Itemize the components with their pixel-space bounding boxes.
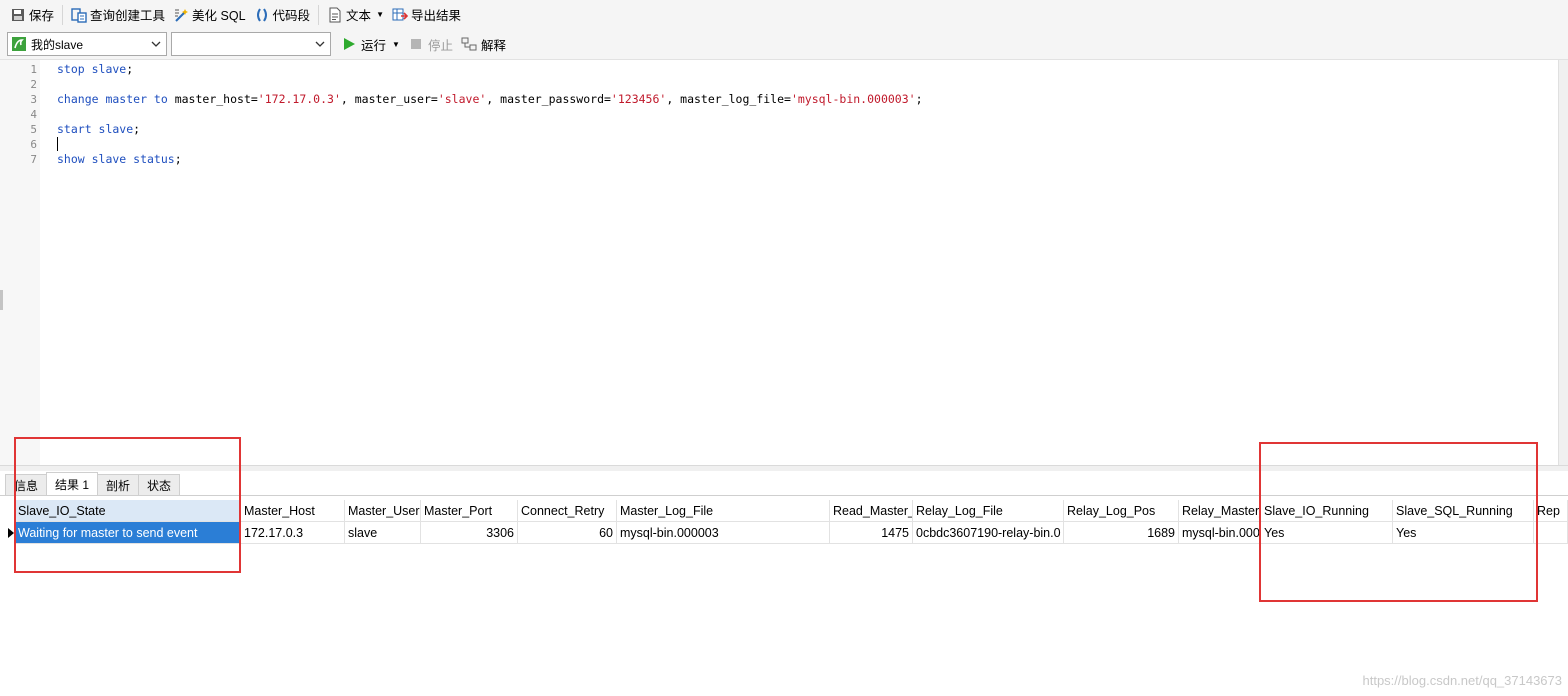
- code-snippet-button[interactable]: 代码段: [250, 3, 315, 27]
- sql-text: ;: [126, 62, 134, 76]
- column-header[interactable]: Read_Master_: [830, 500, 913, 522]
- sql-string: '172.17.0.3': [257, 92, 341, 106]
- connection-select[interactable]: 我的slave: [7, 32, 167, 56]
- column-header[interactable]: Master_User: [345, 500, 421, 522]
- sql-keyword: show slave status: [57, 152, 175, 166]
- dropdown-arrow-icon: ▼: [392, 39, 400, 49]
- parentheses-icon: [254, 7, 270, 23]
- sql-text: , master_user=: [340, 92, 438, 106]
- line-number: 6: [30, 138, 37, 151]
- save-label: 保存: [29, 9, 55, 23]
- column-header[interactable]: Relay_Log_File: [913, 500, 1064, 522]
- code-line-1: stop slave;: [57, 62, 133, 76]
- sql-text: ;: [174, 152, 182, 166]
- text-mode-button[interactable]: 文本 ▼: [323, 3, 388, 27]
- annotation-box-running: [1259, 442, 1538, 602]
- beautify-sql-button[interactable]: 美化 SQL: [169, 3, 250, 27]
- annotation-box-io-state: [14, 437, 241, 573]
- floppy-disk-icon: [10, 7, 26, 23]
- save-button[interactable]: 保存: [6, 3, 58, 27]
- line-number: 2: [30, 78, 37, 91]
- explain-icon: [461, 36, 477, 52]
- table-cell[interactable]: 1689: [1064, 522, 1179, 544]
- line-number: 5: [30, 123, 37, 136]
- connection-toolbar: 我的slave 运行 ▼ 停止 解释: [0, 29, 1568, 60]
- table-cell[interactable]: 3306: [421, 522, 518, 544]
- line-number-gutter: 1 2 3 4 5 6 7: [0, 60, 40, 465]
- chevron-down-icon: [314, 37, 326, 51]
- main-toolbar: 保存 查询创建工具 美化 SQL 代码段 文本 ▼ 导出结果: [0, 0, 1568, 29]
- table-cell[interactable]: 60: [518, 522, 617, 544]
- stop-icon: [408, 36, 424, 52]
- sql-text: ;: [915, 92, 923, 106]
- column-header[interactable]: Relay_Master_: [1179, 500, 1261, 522]
- sql-text: master_host=: [167, 92, 258, 106]
- text-mode-label: 文本: [346, 9, 372, 23]
- document-icon: [327, 7, 343, 23]
- sql-string: 'mysql-bin.000003': [790, 92, 916, 106]
- code-line-5: start slave;: [57, 122, 140, 136]
- query-builder-icon: [71, 7, 87, 23]
- play-icon: [341, 36, 357, 52]
- table-cell[interactable]: 1475: [830, 522, 913, 544]
- run-label: 运行: [361, 38, 387, 53]
- column-header[interactable]: Master_Port: [421, 500, 518, 522]
- magic-wand-icon: [173, 7, 189, 23]
- sql-keyword: stop slave: [57, 62, 127, 76]
- stop-button[interactable]: 停止: [408, 35, 453, 54]
- run-button[interactable]: 运行 ▼: [341, 35, 400, 54]
- sql-text: ;: [133, 122, 141, 136]
- line-number: 7: [30, 153, 37, 166]
- stop-label: 停止: [427, 38, 453, 53]
- table-cell[interactable]: slave: [345, 522, 421, 544]
- splitter-grip[interactable]: [0, 290, 3, 310]
- editor-scrollbar[interactable]: [1558, 60, 1568, 465]
- column-header[interactable]: Rep: [1534, 500, 1568, 522]
- sql-string: '123456': [610, 92, 667, 106]
- sql-editor[interactable]: 1 2 3 4 5 6 7 stop slave; change master …: [0, 60, 1558, 465]
- explain-label: 解释: [480, 38, 506, 53]
- toolbar-divider: [62, 4, 64, 25]
- beautify-sql-label: 美化 SQL: [192, 9, 246, 23]
- chevron-down-icon: [150, 37, 162, 51]
- watermark: https://blog.csdn.net/qq_37143673: [1362, 673, 1563, 688]
- sql-keyword: change master to: [57, 92, 168, 106]
- database-select[interactable]: [171, 32, 331, 56]
- column-header[interactable]: Master_Host: [241, 500, 345, 522]
- mysql-connection-icon: [11, 36, 27, 52]
- sql-string: 'slave': [437, 92, 487, 106]
- sql-keyword: start slave: [57, 122, 134, 136]
- query-builder-label: 查询创建工具: [90, 9, 166, 23]
- column-header[interactable]: Master_Log_File: [617, 500, 830, 522]
- export-result-label: 导出结果: [410, 9, 461, 23]
- text-cursor: [57, 137, 58, 151]
- code-snippet-label: 代码段: [272, 9, 311, 23]
- table-cell[interactable]: mysql-bin.000003: [617, 522, 830, 544]
- column-header[interactable]: Connect_Retry: [518, 500, 617, 522]
- line-number: 3: [30, 93, 37, 106]
- export-result-button[interactable]: 导出结果: [388, 3, 465, 27]
- line-number: 4: [30, 108, 37, 121]
- explain-button[interactable]: 解释: [461, 35, 506, 54]
- export-icon: [392, 7, 409, 23]
- toolbar-divider: [318, 4, 320, 25]
- query-builder-button[interactable]: 查询创建工具: [67, 3, 169, 27]
- dropdown-arrow-icon: ▼: [376, 10, 384, 19]
- sql-text: , master_log_file=: [666, 92, 791, 106]
- sql-text: , master_password=: [486, 92, 611, 106]
- code-line-7: show slave status;: [57, 152, 182, 166]
- table-cell[interactable]: 0cbdc3607190-relay-bin.0: [913, 522, 1064, 544]
- table-cell[interactable]: mysql-bin.000: [1179, 522, 1261, 544]
- connection-name: 我的slave: [31, 37, 84, 52]
- column-header[interactable]: Relay_Log_Pos: [1064, 500, 1179, 522]
- line-number: 1: [30, 63, 37, 76]
- table-cell[interactable]: 172.17.0.3: [241, 522, 345, 544]
- code-line-3: change master to master_host='172.17.0.3…: [57, 92, 923, 106]
- table-cell[interactable]: [1534, 522, 1568, 544]
